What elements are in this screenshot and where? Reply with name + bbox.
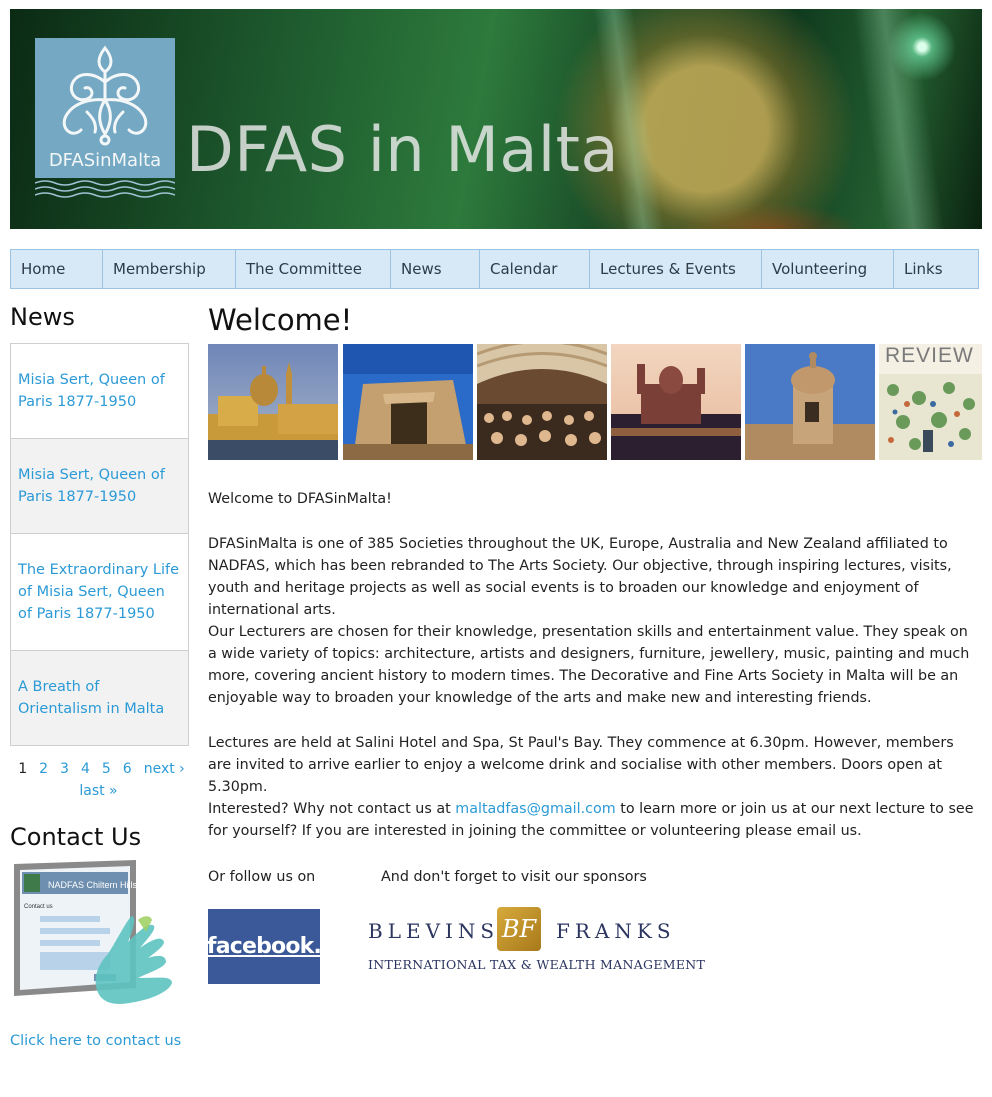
logo-waves-icon [35,180,175,198]
pager-page[interactable]: 5 [102,761,111,777]
page-title: Welcome! [208,303,353,337]
site-banner: DFASinMalta DFAS in Malta [10,9,982,229]
review-cover-art [879,374,982,460]
contact-paragraph: Interested? Why not contact us at maltad… [208,798,976,842]
sponsor-tagline: INTERNATIONAL TAX & WEALTH MANAGEMENT [368,957,706,972]
contact-paragraph-text: Interested? Why not contact us at [208,801,456,817]
venue-paragraph: Lectures are held at Salini Hotel and Sp… [208,735,954,795]
nav-item-the-committee[interactable]: The Committee [236,250,391,288]
pager-next[interactable]: next › [144,761,185,777]
pager-page-current: 1 [18,761,28,777]
news-list: Misia Sert, Queen of Paris 1877-1950 Mis… [10,343,189,746]
site-title: DFAS in Malta [186,113,619,186]
photo-gallery: REVIEW [208,344,982,460]
sponsor-monogram-icon: BF [497,907,541,951]
svg-text:Contact us: Contact us [24,904,53,910]
temple-ruins-photo [343,344,473,460]
news-link[interactable]: The Extraordinary Life of Misia Sert, Qu… [18,559,181,625]
lecture-hall-photo [477,344,607,460]
nav-item-volunteering[interactable]: Volunteering [762,250,894,288]
pager-page[interactable]: 4 [81,761,90,777]
pager-page[interactable]: 3 [60,761,69,777]
lecturers-paragraph: Our Lecturers are chosen for their knowl… [208,624,970,706]
contact-link[interactable]: Click here to contact us [10,1033,181,1049]
list-item: The Extraordinary Life of Misia Sert, Qu… [11,534,188,651]
news-pager: 1 2 3 4 5 6 next › last » [10,758,187,802]
contact-image-caption: NADFAS Chiltern Hills [48,880,138,890]
mdina-night-photo [611,344,741,460]
email-link[interactable]: maltadfas@gmail.com [455,801,615,817]
review-magazine-photo: REVIEW [879,344,982,460]
nav-item-home[interactable]: Home [11,250,103,288]
ornament-icon [62,45,148,146]
facebook-button[interactable]: facebook. [207,909,322,984]
sponsors-text: And don't forget to visit our sponsors [381,869,647,885]
list-item: A Breath of Orientalism in Malta [11,651,188,745]
welcome-greeting: Welcome to DFASinMalta! [208,491,392,507]
pager-page[interactable]: 2 [39,761,48,777]
nav-item-membership[interactable]: Membership [103,250,236,288]
news-heading: News [10,303,75,331]
contact-form-image[interactable]: NADFAS Chiltern Hills Contact us [10,858,187,1006]
news-link[interactable]: Misia Sert, Queen of Paris 1877-1950 [18,464,181,508]
site-logo[interactable]: DFASinMalta [35,38,175,178]
pager-page[interactable]: 6 [123,761,132,777]
sponsor-word-2: FRANKS [556,919,676,943]
follow-us-text: Or follow us on [208,869,316,885]
valletta-skyline-photo [208,344,338,460]
contact-heading: Contact Us [10,823,142,851]
news-link[interactable]: A Breath of Orientalism in Malta [18,676,181,720]
review-label: REVIEW [885,344,974,367]
nav-item-links[interactable]: Links [894,250,978,288]
pager-last[interactable]: last » [79,783,117,799]
nav-item-lectures-events[interactable]: Lectures & Events [590,250,762,288]
sponsor-word-1: BLEVINS [368,919,500,943]
list-item: Misia Sert, Queen of Paris 1877-1950 [11,344,188,439]
logo-text: DFASinMalta [48,150,162,171]
nav-item-calendar[interactable]: Calendar [480,250,590,288]
intro-paragraph: DFASinMalta is one of 385 Societies thro… [208,536,952,618]
banner-light-streak [850,9,950,229]
main-nav: Home Membership The Committee News Calen… [10,249,979,289]
news-link[interactable]: Misia Sert, Queen of Paris 1877-1950 [18,369,181,413]
list-item: Misia Sert, Queen of Paris 1877-1950 [11,439,188,534]
watchtower-photo [745,344,875,460]
nav-item-news[interactable]: News [391,250,480,288]
